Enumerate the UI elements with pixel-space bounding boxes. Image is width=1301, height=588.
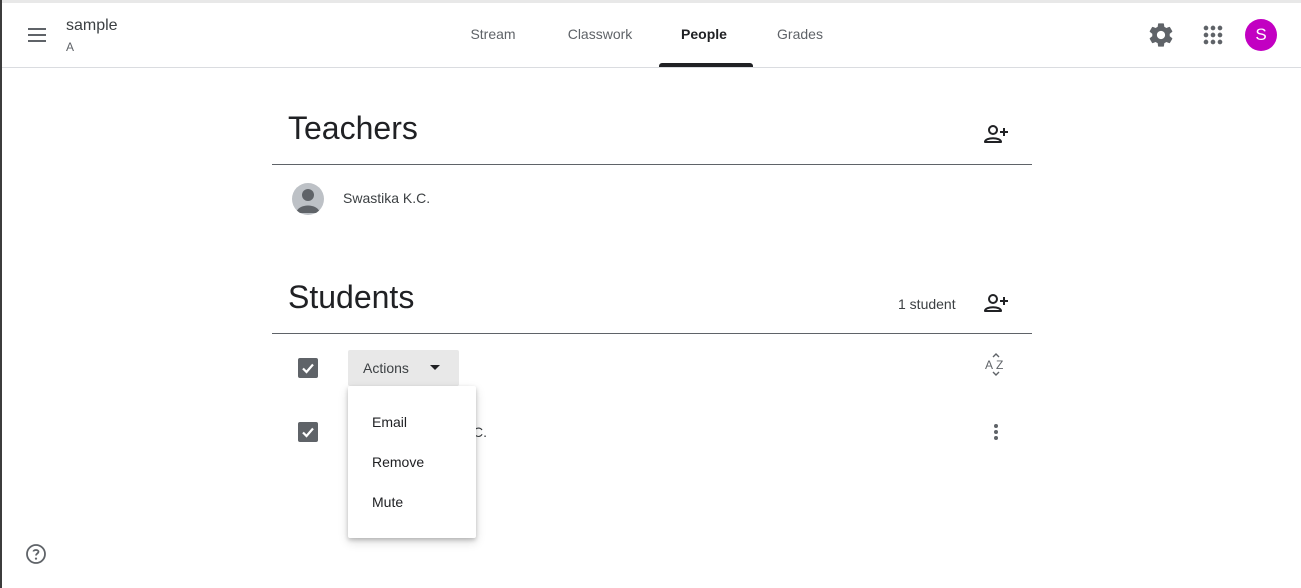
- student-count: 1 student: [898, 296, 956, 312]
- menu-icon-line: [28, 40, 46, 42]
- window-left-edge: [0, 0, 2, 588]
- settings-button[interactable]: [1147, 21, 1175, 49]
- teacher-avatar: [292, 183, 324, 215]
- main-menu-button[interactable]: [24, 23, 52, 47]
- apps-button[interactable]: [1199, 21, 1227, 49]
- students-divider: [272, 333, 1032, 334]
- svg-text:A: A: [985, 358, 993, 372]
- caret-down-icon: [430, 365, 440, 370]
- svg-text:Z: Z: [996, 358, 1003, 372]
- help-icon: [26, 544, 46, 564]
- menu-item-label: Mute: [372, 494, 404, 510]
- tab-people[interactable]: People: [667, 3, 741, 67]
- menu-icon-line: [28, 34, 46, 36]
- active-tab-indicator: [659, 63, 753, 67]
- students-heading: Students: [288, 279, 415, 315]
- add-person-icon: [984, 125, 1008, 143]
- menu-item-mute[interactable]: Mute: [348, 482, 476, 522]
- more-vert-icon: [994, 424, 998, 440]
- sort-az-icon: A Z: [985, 353, 1003, 376]
- tab-stream[interactable]: Stream: [457, 3, 529, 67]
- student-more-options-button[interactable]: [982, 418, 1010, 446]
- settings-gear-icon: [1149, 23, 1173, 47]
- actions-dropdown-button[interactable]: Actions: [348, 350, 459, 386]
- teachers-divider: [272, 164, 1032, 165]
- help-button[interactable]: [24, 542, 48, 566]
- tab-classwork[interactable]: Classwork: [557, 3, 643, 67]
- actions-label: Actions: [363, 360, 409, 376]
- apps-grid-icon: [1203, 25, 1223, 45]
- teacher-name: Swastika K.C.: [343, 190, 431, 206]
- class-section: A: [66, 40, 75, 54]
- menu-item-label: Remove: [372, 454, 425, 470]
- class-title[interactable]: sample: [66, 17, 118, 35]
- student-row-checkbox[interactable]: [298, 422, 318, 442]
- checkmark-icon: [302, 427, 314, 438]
- sort-button[interactable]: A Z: [982, 350, 1010, 378]
- teachers-heading: Teachers: [288, 110, 418, 146]
- invite-student-button[interactable]: [982, 289, 1010, 317]
- actions-menu: Email Remove Mute: [348, 386, 476, 538]
- select-all-checkbox[interactable]: [298, 358, 318, 378]
- add-person-icon: [984, 294, 1008, 312]
- top-app-bar: sample A Stream Classwork People Grades …: [2, 3, 1301, 68]
- person-placeholder-icon: [296, 189, 320, 213]
- menu-item-email[interactable]: Email: [348, 402, 476, 442]
- checkmark-icon: [302, 363, 314, 374]
- menu-item-remove[interactable]: Remove: [348, 442, 476, 482]
- tab-grades[interactable]: Grades: [764, 3, 836, 67]
- invite-teacher-button[interactable]: [982, 120, 1010, 148]
- menu-item-label: Email: [372, 414, 408, 430]
- menu-icon-line: [28, 28, 46, 30]
- account-avatar[interactable]: S: [1245, 19, 1277, 51]
